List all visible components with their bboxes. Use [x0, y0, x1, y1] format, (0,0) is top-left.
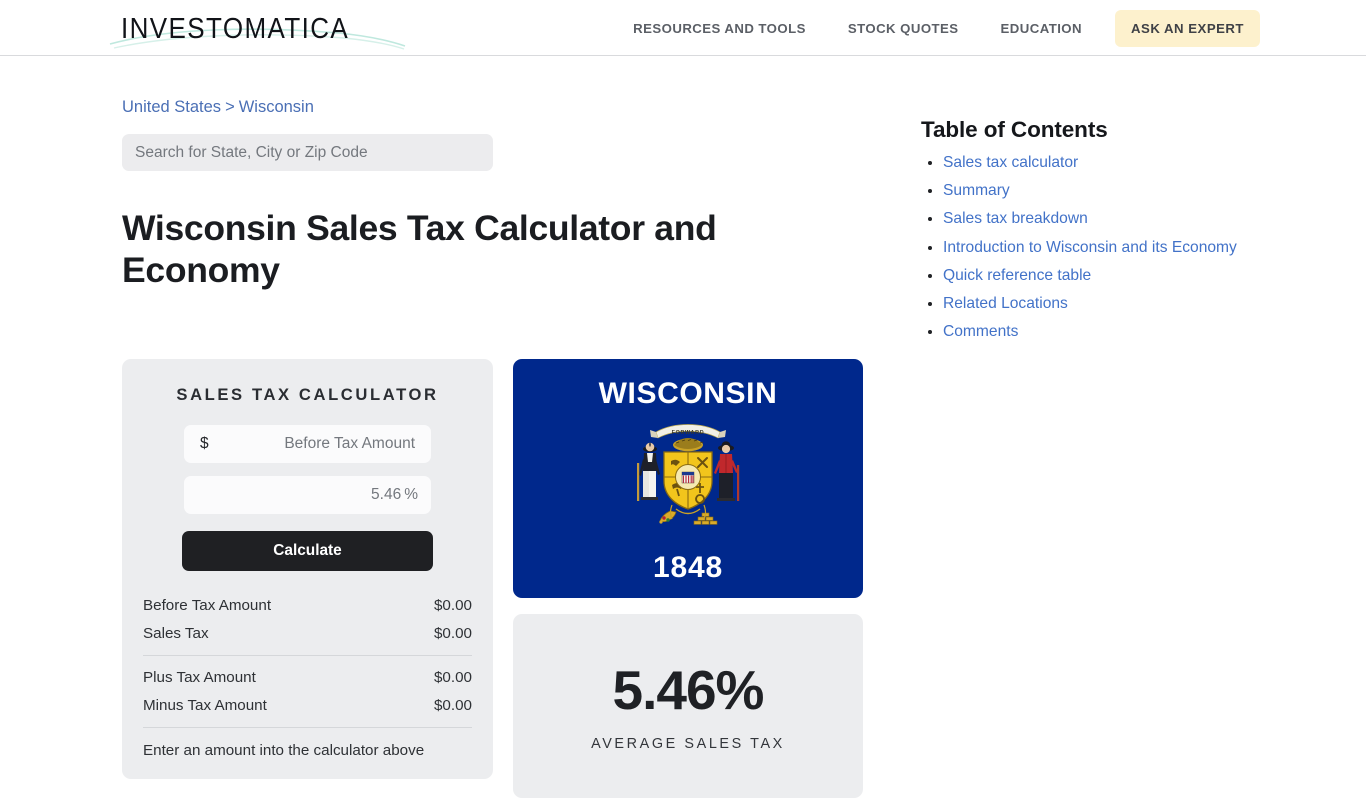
breadcrumb-separator: >	[225, 98, 235, 116]
toc-link-summary[interactable]: Summary	[943, 182, 1010, 199]
toc-link-sales-tax-breakdown[interactable]: Sales tax breakdown	[943, 210, 1088, 227]
before-tax-amount-field[interactable]: $ Before Tax Amount	[184, 425, 431, 463]
list-item: Introduction to Wisconsin and its Econom…	[943, 238, 1321, 257]
toc-link-introduction[interactable]: Introduction to Wisconsin and its Econom…	[943, 239, 1237, 256]
result-amount: $0.00	[433, 696, 472, 714]
calculator-title: SALES TAX CALCULATOR	[176, 385, 439, 404]
toc-list: Sales tax calculator Summary Sales tax b…	[921, 153, 1321, 341]
average-sales-tax-card: 5.46% AVERAGE SALES TAX	[513, 614, 863, 798]
toc-link-comments[interactable]: Comments	[943, 323, 1018, 340]
sales-tax-calculator-card: SALES TAX CALCULATOR $ Before Tax Amount…	[122, 359, 493, 779]
result-label: Sales Tax	[143, 624, 209, 642]
toc-link-related-locations[interactable]: Related Locations	[943, 295, 1068, 312]
list-item: Comments	[943, 322, 1321, 341]
result-row-plus-tax-amount: Plus Tax Amount $0.00	[143, 663, 472, 691]
list-item: Related Locations	[943, 294, 1321, 313]
result-label: Before Tax Amount	[143, 596, 272, 614]
wisconsin-flag-image: WISCONSIN FORWARD 1848	[513, 359, 863, 598]
percent-sign-icon: %	[404, 486, 418, 503]
flag-state-name: WISCONSIN	[598, 377, 778, 410]
wisconsin-coat-of-arms-icon: FORWARD	[637, 424, 740, 525]
toc-link-quick-reference-table[interactable]: Quick reference table	[943, 267, 1091, 284]
result-row-before-tax-amount: Before Tax Amount $0.00	[143, 591, 472, 619]
main-column: United States>Wisconsin Wisconsin Sales …	[122, 97, 822, 291]
result-label: Plus Tax Amount	[143, 668, 256, 686]
result-amount: $0.00	[433, 624, 472, 642]
result-amount: $0.00	[433, 596, 472, 614]
result-label: Minus Tax Amount	[143, 696, 267, 714]
toc-link-sales-tax-calculator[interactable]: Sales tax calculator	[943, 154, 1078, 171]
calculator-results: Before Tax Amount $0.00 Sales Tax $0.00 …	[143, 591, 472, 759]
nav-item-education[interactable]: EDUCATION	[980, 21, 1103, 36]
main-nav: RESOURCES AND TOOLS STOCK QUOTES EDUCATI…	[612, 0, 1366, 56]
logo-wordmark: INVESTOMATICA	[121, 11, 350, 45]
tax-rate-number: 5.46	[371, 486, 402, 503]
dollar-sign-icon: $	[200, 435, 209, 452]
page-title: Wisconsin Sales Tax Calculator and Econo…	[122, 208, 717, 290]
average-sales-tax-value: 5.46%	[612, 659, 765, 721]
result-amount: $0.00	[433, 668, 472, 686]
tax-rate-field[interactable]: 5.46%	[184, 476, 431, 514]
list-item: Sales tax breakdown	[943, 209, 1321, 228]
breadcrumb-link-wisconsin[interactable]: Wisconsin	[239, 98, 314, 116]
table-of-contents: Table of Contents Sales tax calculator S…	[921, 117, 1321, 350]
breadcrumb-link-united-states[interactable]: United States	[122, 98, 221, 116]
tax-rate-value: 5.46%	[184, 486, 431, 504]
result-row-sales-tax: Sales Tax $0.00	[143, 619, 472, 647]
list-item: Quick reference table	[943, 266, 1321, 285]
flag-year: 1848	[653, 551, 723, 584]
calculator-note: Enter an amount into the calculator abov…	[143, 742, 425, 759]
ask-an-expert-button[interactable]: ASK AN EXPERT	[1115, 9, 1260, 47]
site-header: INVESTOMATICA RESOURCES AND TOOLS STOCK …	[0, 0, 1366, 56]
list-item: Summary	[943, 181, 1321, 200]
site-logo[interactable]: INVESTOMATICA	[108, 8, 408, 50]
toc-heading: Table of Contents	[921, 117, 1108, 142]
before-tax-amount-placeholder: Before Tax Amount	[284, 435, 415, 452]
svg-text:FORWARD: FORWARD	[672, 430, 705, 436]
divider	[143, 655, 472, 656]
result-row-minus-tax-amount: Minus Tax Amount $0.00	[143, 691, 472, 719]
average-sales-tax-label: AVERAGE SALES TAX	[591, 736, 785, 752]
calculate-button[interactable]: Calculate	[182, 531, 433, 571]
divider	[143, 727, 472, 728]
nav-item-stock-quotes[interactable]: STOCK QUOTES	[827, 21, 980, 36]
page-body: United States>Wisconsin Wisconsin Sales …	[0, 56, 1366, 798]
nav-item-resources-and-tools[interactable]: RESOURCES AND TOOLS	[612, 21, 827, 36]
breadcrumb: United States > Wisconsin	[122, 97, 822, 117]
search-input[interactable]	[122, 134, 493, 171]
list-item: Sales tax calculator	[943, 153, 1321, 172]
